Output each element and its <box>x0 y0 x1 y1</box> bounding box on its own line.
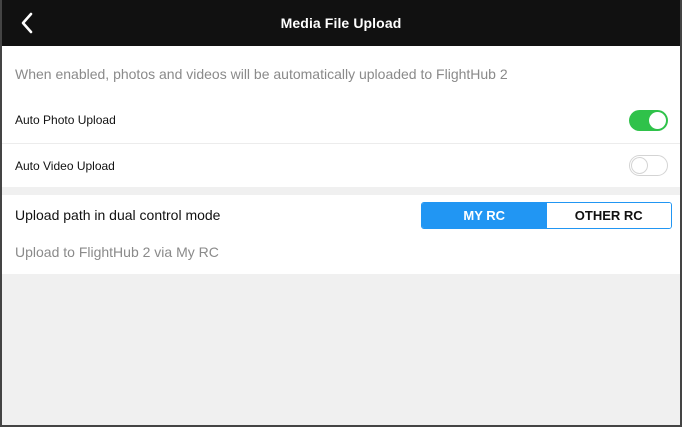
auto-photo-upload-label: Auto Photo Upload <box>15 113 116 127</box>
upload-path-label: Upload path in dual control mode <box>15 207 221 223</box>
app-frame: Media File Upload When enabled, photos a… <box>0 0 682 427</box>
auto-upload-section: When enabled, photos and videos will be … <box>2 46 680 187</box>
header-bar: Media File Upload <box>2 0 680 46</box>
auto-upload-description: When enabled, photos and videos will be … <box>15 66 508 82</box>
my-rc-option[interactable]: MY RC <box>422 203 547 228</box>
back-button[interactable] <box>12 8 42 38</box>
toggle-knob <box>631 157 648 174</box>
auto-video-upload-label: Auto Video Upload <box>15 158 115 173</box>
upload-path-section: Upload path in dual control mode MY RC O… <box>2 195 680 274</box>
auto-photo-upload-row: Auto Photo Upload <box>2 98 680 142</box>
toggle-knob <box>649 111 666 129</box>
other-rc-option[interactable]: OTHER RC <box>546 203 671 228</box>
page-title: Media File Upload <box>280 15 402 31</box>
chevron-left-icon <box>21 12 33 34</box>
auto-video-upload-row: Auto Video Upload <box>2 143 680 187</box>
upload-path-segmented-control: MY RC OTHER RC <box>421 202 672 229</box>
upload-path-hint: Upload to FlightHub 2 via My RC <box>15 244 219 260</box>
auto-photo-upload-toggle[interactable] <box>629 109 668 131</box>
auto-video-upload-toggle[interactable] <box>629 155 668 176</box>
